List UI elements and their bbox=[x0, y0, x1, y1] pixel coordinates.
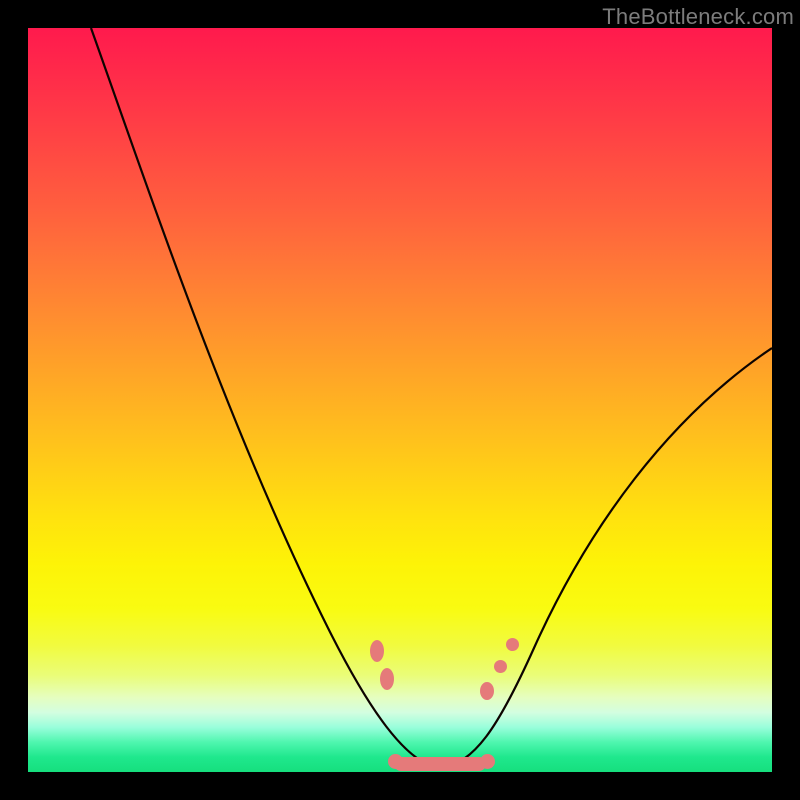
marker-bottom-right bbox=[480, 754, 495, 769]
plot-area bbox=[28, 28, 772, 772]
bottleneck-curve bbox=[28, 28, 772, 772]
chart-frame: TheBottleneck.com bbox=[0, 0, 800, 800]
marker-left-lower bbox=[380, 668, 394, 690]
marker-right-lower bbox=[480, 682, 494, 700]
watermark-text: TheBottleneck.com bbox=[602, 4, 794, 30]
marker-right-upper bbox=[506, 638, 519, 651]
marker-bottom-band bbox=[394, 757, 486, 771]
curve-path bbox=[91, 28, 772, 768]
marker-right-mid bbox=[494, 660, 507, 673]
marker-left-upper bbox=[370, 640, 384, 662]
marker-bottom-left bbox=[388, 754, 403, 769]
